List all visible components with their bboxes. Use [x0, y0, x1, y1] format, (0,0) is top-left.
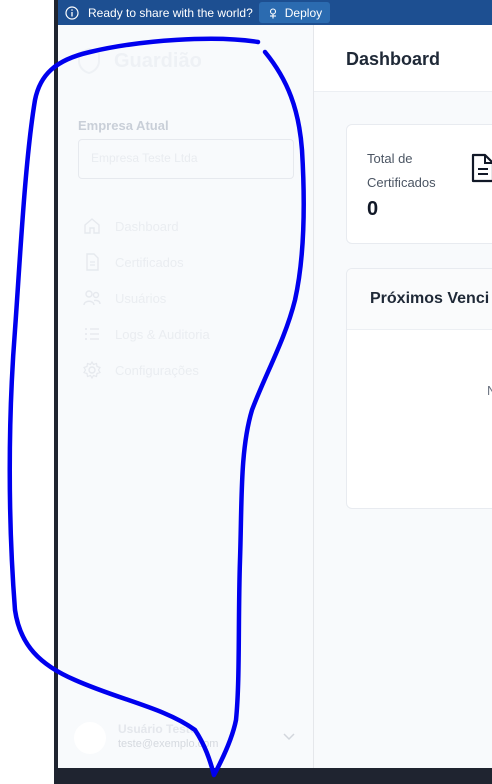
user-email: teste@exemplo.com: [118, 738, 219, 750]
document-icon: [82, 252, 102, 272]
deploy-icon: [267, 7, 279, 19]
gear-icon: [82, 360, 102, 380]
deploy-button[interactable]: Deploy: [258, 2, 331, 23]
sidebar-item-label: Configurações: [115, 362, 199, 378]
brand[interactable]: Guardião: [76, 47, 202, 75]
sidebar-item-logs[interactable]: Logs & Auditoria: [82, 316, 292, 352]
sidebar-item-usuarios[interactable]: Usuários: [82, 280, 292, 316]
list-icon: [82, 324, 102, 344]
sidebar-item-label: Logs & Auditoria: [115, 326, 210, 342]
upcoming-title: Próximos Venci: [370, 290, 490, 307]
info-icon: [65, 5, 79, 20]
users-icon: [82, 288, 102, 308]
stat-card-certificados: Total de Certificados 0: [346, 124, 492, 244]
deploy-banner: Ready to share with the world? Deploy: [58, 0, 492, 25]
desktop-background: [0, 0, 56, 784]
avatar: [74, 722, 106, 754]
sidebar-item-label: Certificados: [115, 254, 184, 270]
deploy-label: Deploy: [284, 5, 323, 20]
upcoming-empty-text: N: [487, 383, 492, 398]
stat-label: Total de Certificados: [367, 151, 436, 190]
home-icon: [82, 216, 102, 236]
user-menu[interactable]: Usuário Teste teste@exemplo.com: [74, 720, 298, 760]
sidebar-item-dashboard[interactable]: Dashboard: [82, 208, 292, 244]
sidebar-item-configuracoes[interactable]: Configurações: [82, 352, 292, 388]
document-icon: [471, 153, 492, 183]
sidebar: Guardião Empresa Atual Empresa Teste Ltd…: [58, 25, 314, 768]
window-border-bottom: [54, 768, 492, 784]
banner-message: Ready to share with the world?: [88, 5, 253, 20]
brand-name: Guardião: [114, 49, 202, 72]
stat-value: 0: [367, 198, 379, 220]
sidebar-item-label: Usuários: [115, 290, 167, 306]
sidebar-item-label: Dashboard: [115, 218, 179, 234]
sidebar-item-certificados[interactable]: Certificados: [82, 244, 292, 280]
page-header: Dashboard: [314, 25, 492, 92]
upcoming-header: Próximos Venci: [347, 269, 492, 330]
shield-icon: [76, 47, 102, 75]
sidebar-nav: Dashboard Certificados Usuários Logs & A…: [82, 208, 292, 388]
user-name: Usuário Teste: [118, 722, 197, 736]
company-select[interactable]: Empresa Teste Ltda: [78, 139, 294, 179]
page-title: Dashboard: [346, 49, 441, 69]
company-label: Empresa Atual: [78, 118, 169, 133]
chevron-down-icon: [282, 729, 296, 743]
upcoming-expirations-card: Próximos Venci N: [346, 268, 492, 509]
